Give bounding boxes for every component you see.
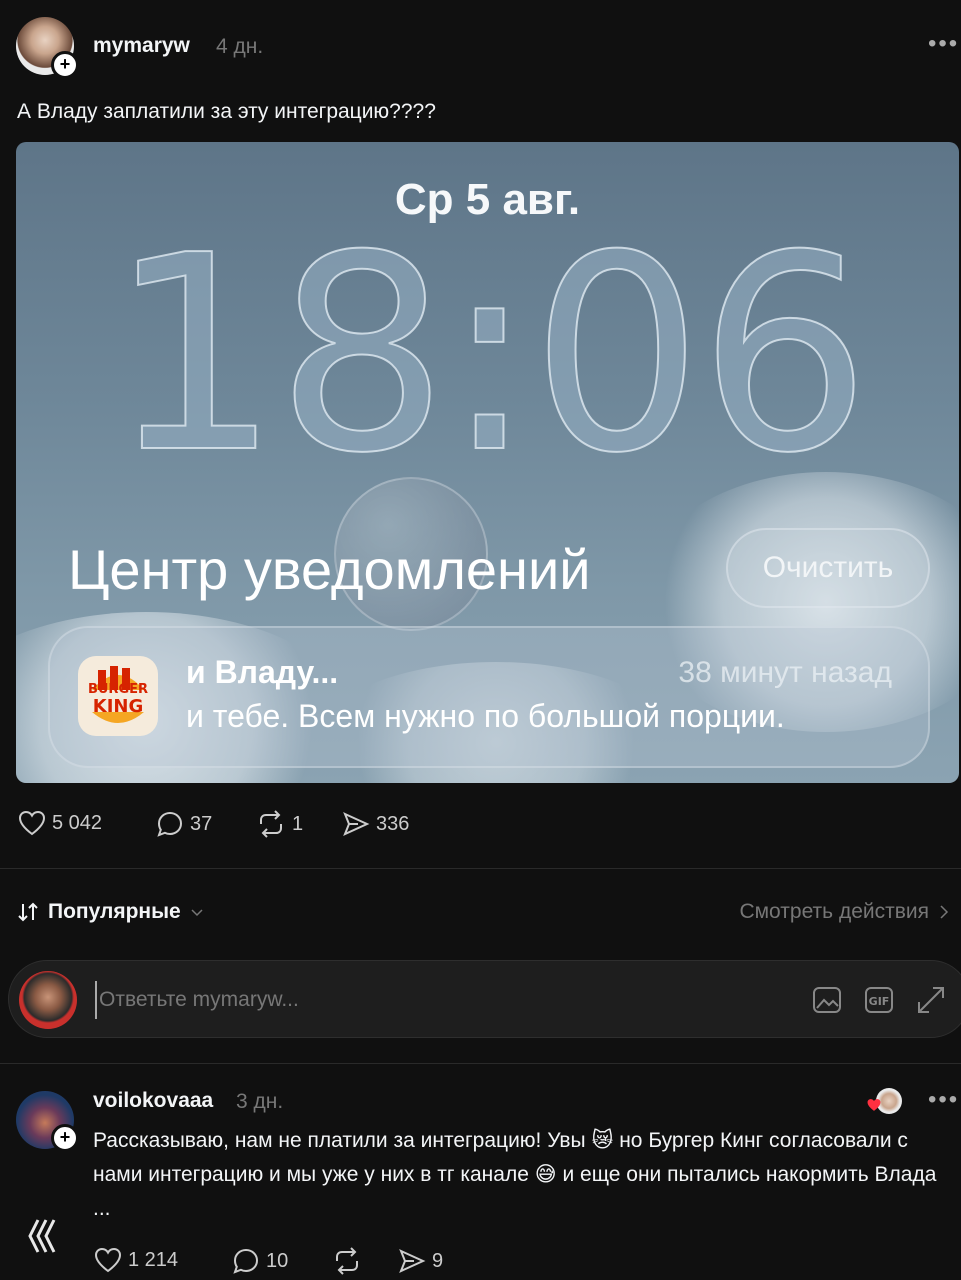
image-icon[interactable] [811,984,843,1016]
crying-cat-emoji-icon: 😿 [591,1129,614,1152]
comment-username[interactable]: voilokovaaa [93,1089,213,1113]
comment-text: Рассказываю, нам не платили за интеграци… [93,1124,943,1226]
like-count: 5 042 [52,811,103,834]
chevron-down-icon [191,909,203,917]
burger-king-notification: BURGER KING и Владу... 38 минут назад и … [48,626,930,768]
logo-text-top: BURGER [87,682,149,697]
repost-count: 1 [292,812,304,835]
send-icon [343,812,370,836]
comment-icon [233,1248,259,1274]
share-button[interactable]: 336 [342,810,409,838]
gif-icon[interactable]: GIF [863,984,895,1016]
post-image[interactable]: Ср 5 авг. 18:06 Центр уведомлений Очисти… [16,142,959,783]
comment-button[interactable]: 37 [156,810,212,838]
burger-king-logo: BURGER KING [78,656,158,736]
comment-like-button[interactable]: 1 214 [94,1247,178,1273]
post-text: А Владу заплатили за эту интеграцию???? [17,100,436,123]
follow-plus-icon[interactable]: + [51,1124,79,1152]
post-username[interactable]: mymaryw [93,34,190,58]
notification-time: 38 минут назад [678,656,892,689]
heart-icon [94,1247,122,1273]
view-activity-link[interactable]: Смотреть действия [739,900,951,924]
repost-button[interactable]: 1 [256,810,303,838]
comment-text-part: Рассказываю, нам не платили за интеграци… [93,1129,592,1152]
reply-input[interactable] [95,981,701,1019]
follow-plus-icon[interactable]: + [51,51,79,79]
comment-count: 37 [190,812,213,835]
svg-text:GIF: GIF [869,995,890,1008]
comment-like-count: 1 214 [128,1248,179,1271]
view-activity-label: Смотреть действия [739,900,929,923]
sort-label: Популярные [48,900,181,923]
chevron-right-icon [940,905,949,919]
divider [0,868,961,869]
notification-body: и тебе. Всем нужно по большой порции. [186,698,785,734]
reply-composer[interactable]: GIF [8,960,961,1038]
comment-share-button[interactable]: 9 [398,1247,443,1275]
post-time: 4 дн. [216,35,264,58]
author-liked-badge [866,1088,902,1116]
lockscreen-clock: 18:06 [107,197,871,512]
sort-dropdown[interactable]: Популярные [16,900,205,924]
comment-time: 3 дн. [236,1090,284,1113]
repost-icon [336,1247,358,1275]
heart-icon [18,810,46,836]
like-button[interactable]: 5 042 [18,810,102,836]
notification-title: и Владу... [186,654,339,690]
sort-arrows-icon [18,902,38,922]
send-icon [399,1249,426,1273]
more-dots-icon[interactable]: ••• [928,1086,959,1114]
heart-icon [867,1099,881,1111]
divider [0,1063,961,1064]
clear-notifications-button: Очистить [726,528,930,608]
repost-icon [260,810,282,838]
threads-logo-icon [28,1219,56,1253]
expand-icon[interactable] [915,984,947,1016]
sweat-smile-emoji-icon: 😅 [534,1163,557,1186]
comment-share-count: 9 [432,1249,444,1272]
comment-reply-count: 10 [266,1249,289,1272]
comment-repost-button[interactable] [332,1247,362,1275]
my-avatar [19,971,77,1029]
comment-icon [157,811,183,837]
more-dots-icon[interactable]: ••• [928,30,959,58]
comment-reply-button[interactable]: 10 [232,1247,288,1275]
notification-center-title: Центр уведомлений [68,538,591,601]
logo-text-bottom: KING [92,696,144,717]
share-count: 336 [376,812,410,835]
